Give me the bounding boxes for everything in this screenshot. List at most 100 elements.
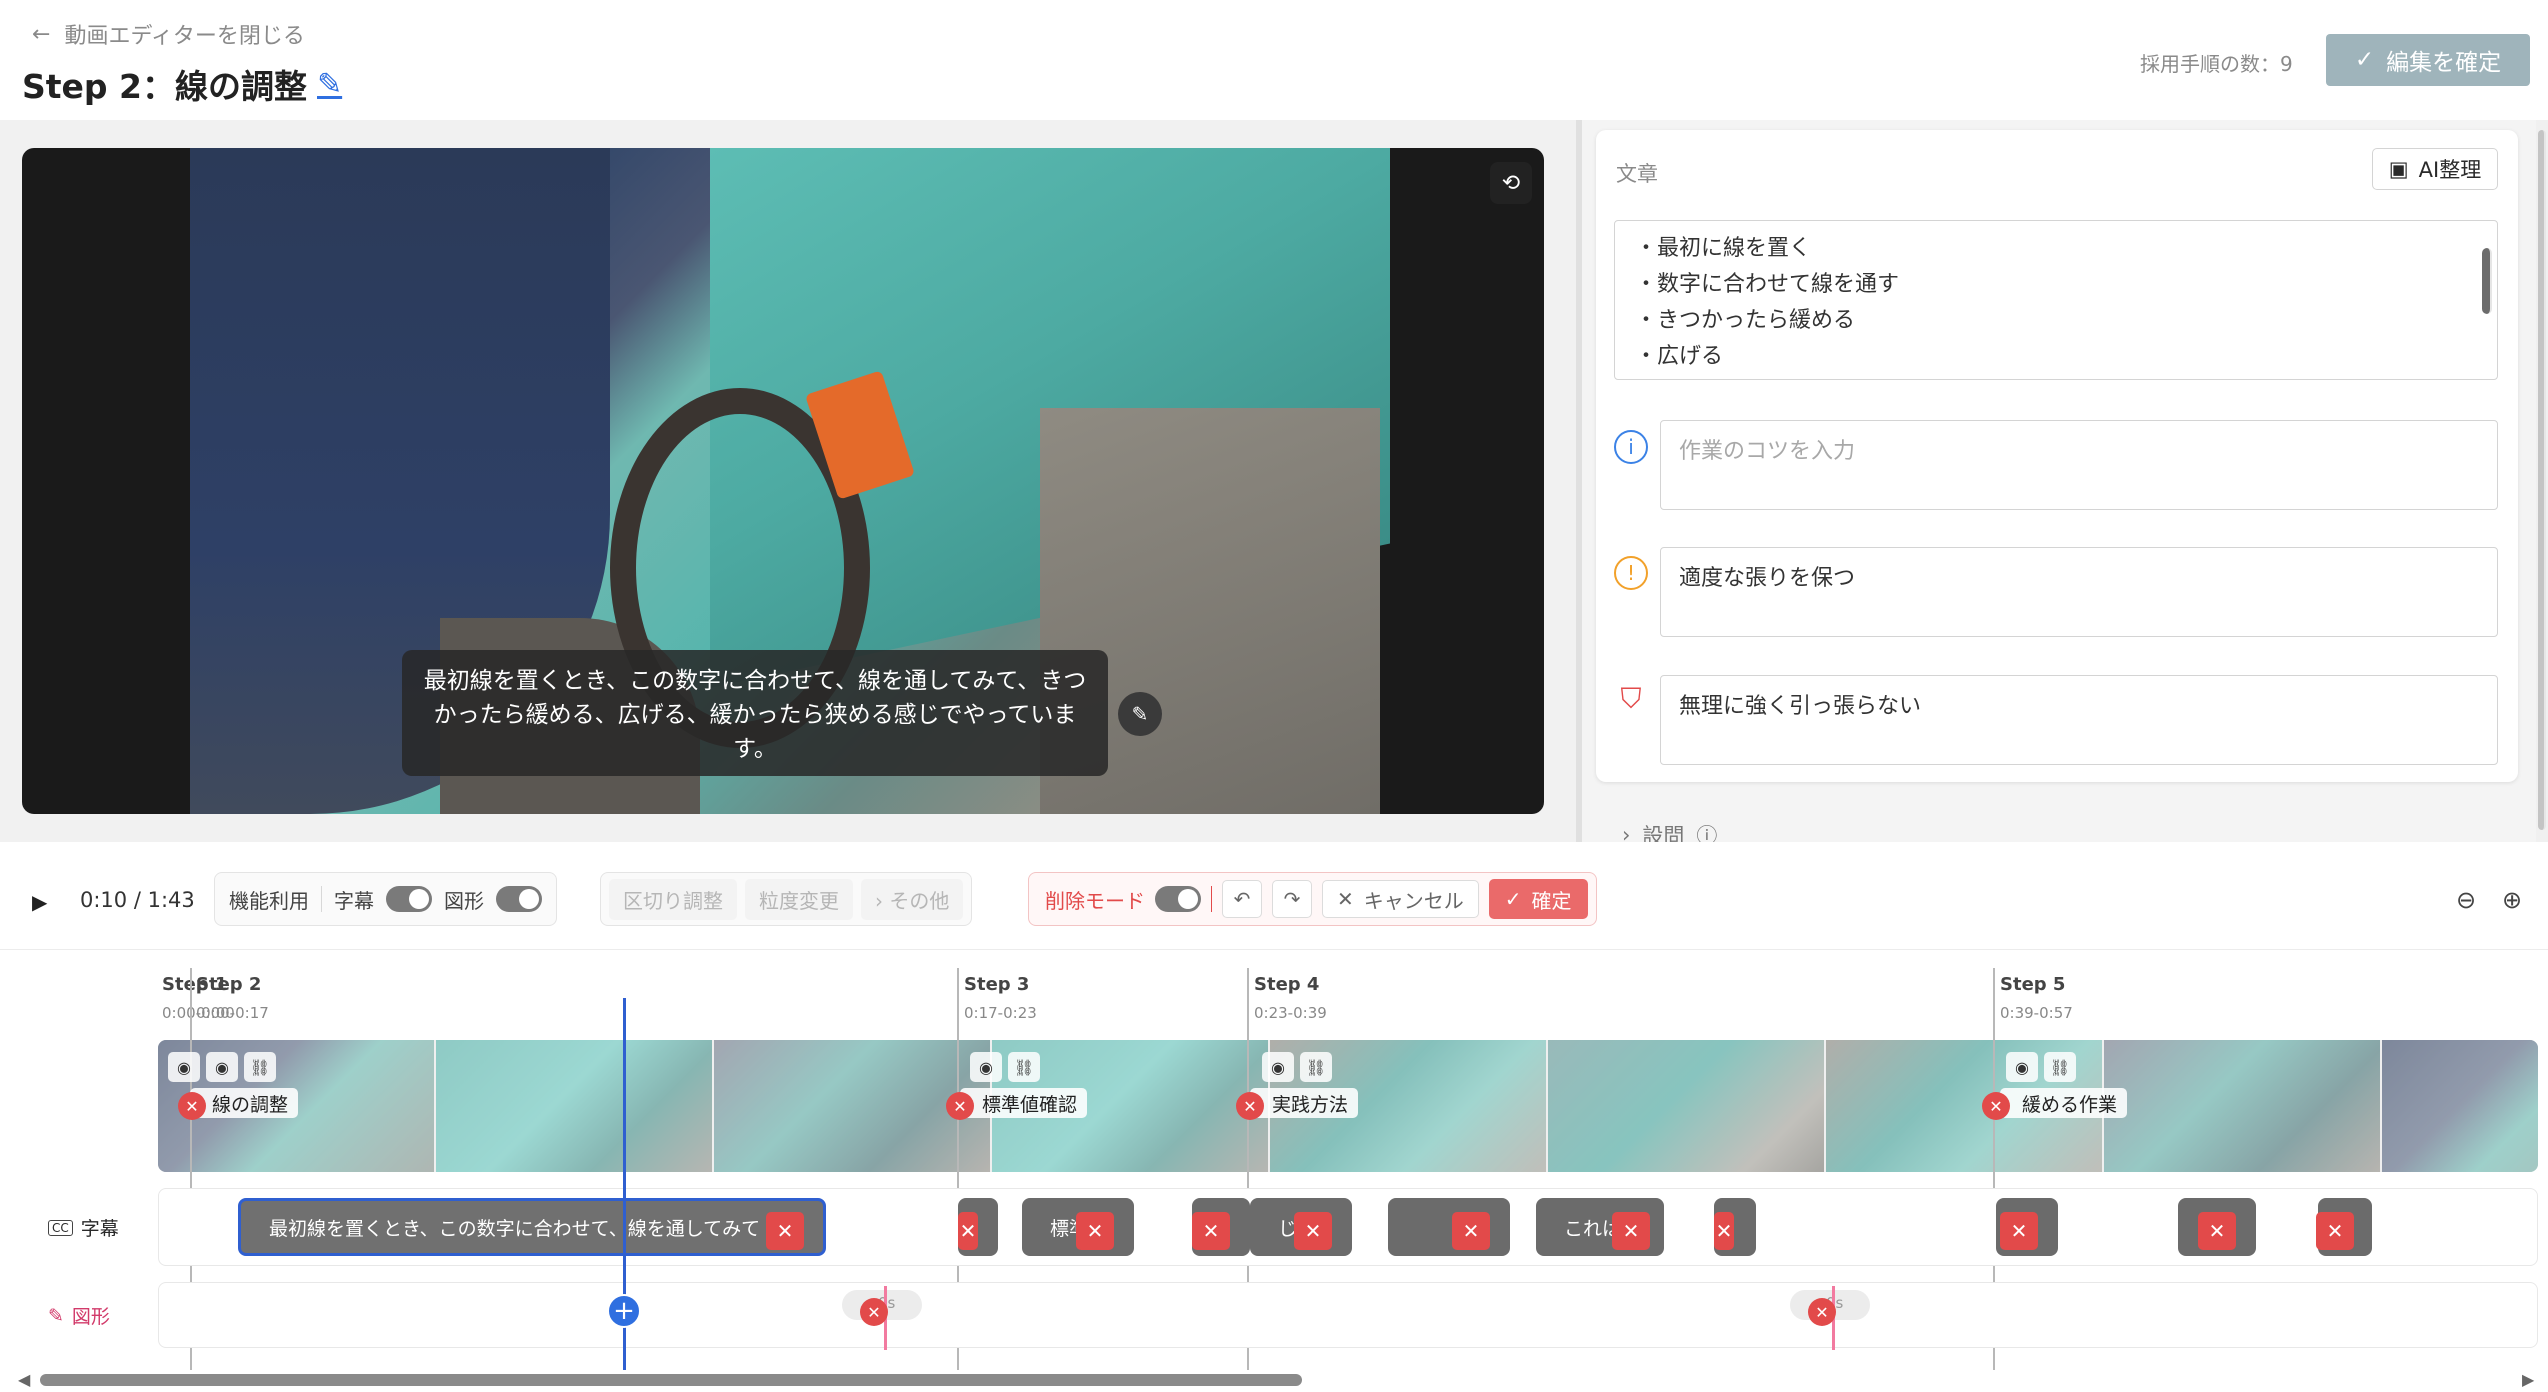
segment-name[interactable]: 実践方法: [1250, 1088, 1359, 1118]
scroll-right-icon[interactable]: ▶: [2522, 1370, 2534, 1389]
eye-icon[interactable]: ◉: [168, 1052, 200, 1082]
subtitle-clip[interactable]: [1388, 1198, 1510, 1256]
delete-subtitle-icon[interactable]: ✕: [2000, 1212, 2038, 1250]
check-icon: ✓: [2354, 47, 2375, 73]
zoom-out-icon[interactable]: ⊖: [2456, 886, 2476, 914]
granularity-button[interactable]: 粒度変更: [745, 878, 853, 920]
text-section-label: 文章: [1616, 162, 1658, 186]
close-editor-label: 動画エディターを閉じる: [64, 24, 305, 49]
step-text-area[interactable]: ・最初に線を置く ・数字に合わせて線を通す ・きつかったら緩める ・広げる: [1614, 220, 2498, 380]
link-icon[interactable]: ⛓: [1300, 1052, 1332, 1082]
scroll-left-icon[interactable]: ◀: [18, 1370, 30, 1389]
panel-scrollbar[interactable]: [2536, 120, 2548, 842]
shape-pen-icon: ✎: [48, 1304, 64, 1327]
feature-toggle-group: 機能利用 字幕 図形: [214, 872, 557, 926]
caution-input[interactable]: 適度な張りを保つ: [1660, 547, 2498, 637]
zoom-in-icon[interactable]: ⊕: [2502, 886, 2522, 914]
delete-subtitle-icon[interactable]: ✕: [766, 1212, 804, 1250]
delete-segment-icon[interactable]: ✕: [178, 1092, 206, 1120]
delete-mode-toggle[interactable]: [1155, 886, 1201, 912]
ai-organize-label: AI整理: [2418, 158, 2482, 182]
delete-segment-icon[interactable]: ✕: [1236, 1092, 1264, 1120]
timeline-scrollbar[interactable]: [40, 1374, 1302, 1386]
segment-name[interactable]: 線の調整: [190, 1088, 299, 1118]
divider: [321, 886, 322, 912]
play-icon[interactable]: ▶: [32, 890, 47, 914]
delete-subtitle-icon[interactable]: ✕: [1452, 1212, 1490, 1250]
segment-controls: ◉ ⛓: [1262, 1052, 1332, 1082]
eye-icon[interactable]: ◉: [970, 1052, 1002, 1082]
subtitle-toggle[interactable]: [386, 886, 432, 912]
caption-edit-pencil-icon[interactable]: ✎: [1118, 692, 1162, 736]
warning-icon: !: [1614, 556, 1648, 590]
cc-icon: CC: [48, 1219, 73, 1236]
delete-segment-icon[interactable]: ✕: [946, 1092, 974, 1120]
close-editor-link[interactable]: ← 動画エディターを閉じる: [32, 18, 305, 50]
shape-toggle[interactable]: [496, 886, 542, 912]
rotate-icon[interactable]: ⟲: [1490, 162, 1532, 204]
split-adjust-button[interactable]: 区切り調整: [609, 878, 737, 920]
delete-subtitle-icon[interactable]: ✕: [1714, 1212, 1734, 1250]
segment-controls: ◉ ◉ ⛓: [168, 1052, 276, 1082]
segment-name[interactable]: 標準値確認: [960, 1088, 1088, 1118]
cancel-button[interactable]: ✕ キャンセル: [1322, 880, 1479, 918]
arrow-left-icon: ←: [32, 21, 51, 47]
undo-icon[interactable]: ↶: [1222, 880, 1262, 918]
delete-shape-icon[interactable]: ✕: [860, 1298, 888, 1326]
other-label: その他: [889, 888, 950, 913]
subtitle-clip[interactable]: 最初線を置くとき、この数字に合わせて、線を通してみて: [238, 1198, 826, 1256]
robot-icon: ▣: [2388, 157, 2409, 181]
ai-organize-button[interactable]: ▣ AI整理: [2372, 148, 2498, 190]
other-menu-button[interactable]: › その他: [861, 878, 964, 920]
feature-label: 機能利用: [229, 888, 309, 913]
cancel-label: キャンセル: [1363, 888, 1464, 913]
delete-subtitle-icon[interactable]: ✕: [1192, 1212, 1230, 1250]
step-label: Step 2: [196, 974, 262, 995]
text-line: ・数字に合わせて線を通す: [1635, 272, 1900, 297]
delete-subtitle-icon[interactable]: ✕: [1294, 1212, 1332, 1250]
text-line: ・最初に線を置く: [1635, 236, 1812, 261]
eye-icon[interactable]: ◉: [2006, 1052, 2038, 1082]
delete-segment-icon[interactable]: ✕: [1982, 1092, 2010, 1120]
panel-resize-handle[interactable]: [1576, 120, 1582, 842]
shape-row-text: 図形: [71, 1306, 110, 1328]
step-label: Step 5: [2000, 974, 2066, 995]
link-icon[interactable]: ⛓: [2044, 1052, 2076, 1082]
safety-input[interactable]: 無理に強く引っ張らない: [1660, 675, 2498, 765]
playback-time: 0:10 / 1:43: [80, 888, 195, 912]
text-area-scrollbar[interactable]: [2480, 226, 2492, 372]
segment-name[interactable]: 緩める作業: [2000, 1088, 2128, 1118]
delete-subtitle-icon[interactable]: ✕: [1076, 1212, 1114, 1250]
confirm-delete-label: 確定: [1531, 888, 1572, 913]
delete-subtitle-icon[interactable]: ✕: [2198, 1212, 2236, 1250]
segment-controls: ◉ ⛓: [2006, 1052, 2076, 1082]
eye-icon[interactable]: ◉: [206, 1052, 238, 1082]
link-icon[interactable]: ⛓: [244, 1052, 276, 1082]
pencil-icon[interactable]: ✎: [317, 67, 342, 102]
delete-mode-group: 削除モード ↶ ↷ ✕ キャンセル ✓ 確定: [1028, 872, 1597, 926]
delete-shape-icon[interactable]: ✕: [1808, 1298, 1836, 1326]
add-plus-icon[interactable]: +: [607, 1294, 641, 1328]
edit-actions-group: 区切り調整 粒度変更 › その他: [600, 872, 973, 926]
subtitle-row-text: 字幕: [80, 1218, 119, 1240]
subtitle-row-label: CC 字幕: [48, 1214, 119, 1241]
redo-icon[interactable]: ↷: [1272, 880, 1312, 918]
text-line: ・きつかったら緩める: [1635, 308, 1856, 333]
page-title: Step 2：線の調整 ✎: [22, 60, 342, 108]
video-caption: 最初線を置くとき、この数字に合わせて、線を通してみて、きつかったら緩める、広げる…: [402, 650, 1108, 776]
tip-input[interactable]: 作業のコツを入力: [1660, 420, 2498, 510]
link-icon[interactable]: ⛓: [1008, 1052, 1040, 1082]
shape-track[interactable]: [158, 1282, 2538, 1348]
delete-subtitle-icon[interactable]: ✕: [2316, 1212, 2354, 1250]
check-icon: ✓: [1504, 887, 1522, 911]
confirm-edit-button[interactable]: ✓ 編集を確定: [2326, 34, 2530, 86]
eye-icon[interactable]: ◉: [1262, 1052, 1294, 1082]
delete-subtitle-icon[interactable]: ✕: [958, 1212, 978, 1250]
subtitle-toggle-label: 字幕: [334, 888, 374, 913]
info-icon: i: [1614, 430, 1648, 464]
shape-row-label: ✎ 図形: [48, 1302, 110, 1329]
step-time: 0:17-0:23: [964, 1004, 1037, 1022]
delete-subtitle-icon[interactable]: ✕: [1612, 1212, 1650, 1250]
delete-mode-label: 削除モード: [1045, 888, 1145, 913]
confirm-delete-button[interactable]: ✓ 確定: [1488, 879, 1588, 919]
